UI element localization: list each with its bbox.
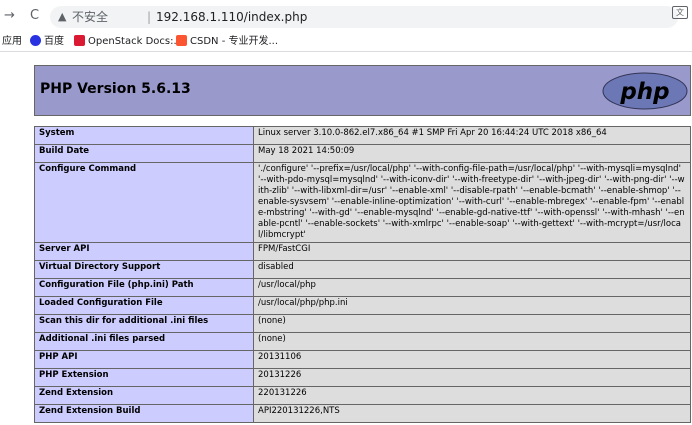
table-row: Zend Extension 220131226 [34, 386, 691, 405]
table-row: Build Date May 18 2021 14:50:09 [34, 144, 691, 163]
bookmark-openstack[interactable]: OpenStack Docs:... [74, 35, 183, 49]
row-key: Configuration File (php.ini) Path [34, 278, 254, 297]
address-bar[interactable]: ▲ 不安全 | 192.168.1.110/index.php [50, 6, 678, 28]
bookmark-label: CSDN - 专业开发... [190, 36, 279, 47]
php-logo-text: php [619, 79, 669, 105]
row-value: /usr/local/php/php.ini [253, 296, 691, 315]
row-value: (none) [253, 314, 691, 333]
row-key: PHP Extension [34, 368, 254, 387]
page-title: PHP Version 5.6.13 [40, 81, 191, 97]
table-row: Zend Extension Build API220131226,NTS [34, 404, 691, 423]
row-key: Scan this dir for additional .ini files [34, 314, 254, 333]
row-key: Loaded Configuration File [34, 296, 254, 315]
table-row: System Linux server 3.10.0-862.el7.x86_64… [34, 126, 691, 145]
bookmarks-bar: 应用 百度 OpenStack Docs:... CSDN - 专业开发... [0, 33, 692, 52]
table-row: Virtual Directory Support disabled [34, 260, 691, 279]
row-key: PHP API [34, 350, 254, 369]
row-key: System [34, 126, 254, 145]
bookmark-csdn[interactable]: CSDN - 专业开发... [176, 35, 278, 49]
table-row: Additional .ini files parsed (none) [34, 332, 691, 351]
row-value: 20131106 [253, 350, 691, 369]
table-row: Server API FPM/FastCGI [34, 242, 691, 261]
row-key: Zend Extension Build [34, 404, 254, 423]
row-value: './configure' '--prefix=/usr/local/php' … [253, 162, 691, 243]
translate-icon[interactable]: 文 [672, 6, 688, 19]
row-key: Virtual Directory Support [34, 260, 254, 279]
row-value: Linux server 3.10.0-862.el7.x86_64 #1 SM… [253, 126, 691, 145]
table-row: Loaded Configuration File/usr/local/php/… [34, 296, 691, 315]
row-value: FPM/FastCGI [253, 242, 691, 261]
bookmark-apps[interactable]: 应用 [2, 35, 22, 49]
phpinfo-table: System Linux server 3.10.0-862.el7.x86_64… [34, 126, 691, 423]
row-key: Zend Extension [34, 386, 254, 405]
phpinfo-header: PHP Version 5.6.13 php [34, 65, 691, 116]
row-value: disabled [253, 260, 691, 279]
row-value: 20131226 [253, 368, 691, 387]
row-key: Additional .ini files parsed [34, 332, 254, 351]
address-separator: | [147, 10, 152, 24]
csdn-icon [176, 35, 187, 46]
row-value: 220131226 [253, 386, 691, 405]
warning-triangle-icon[interactable]: ▲ [58, 6, 66, 28]
table-row: PHP API 20131106 [34, 350, 691, 369]
row-value: API220131226,NTS [253, 404, 691, 423]
openstack-icon [74, 35, 85, 46]
bookmark-label: OpenStack Docs:... [88, 36, 184, 47]
row-key: Configure Command [34, 162, 254, 243]
back-arrow-icon[interactable]: → [4, 8, 15, 24]
security-label[interactable]: 不安全 [72, 6, 108, 28]
page-content: PHP Version 5.6.13 php System Linux serve… [0, 52, 692, 425]
table-row: Scan this dir for additional .ini files(… [34, 314, 691, 333]
browser-toolbar: → C ▲ 不安全 | 192.168.1.110/index.php 文 [0, 0, 692, 33]
row-key: Server API [34, 242, 254, 261]
row-value: (none) [253, 332, 691, 351]
bookmark-label: 应用 [2, 36, 22, 47]
row-value: May 18 2021 14:50:09 [253, 144, 691, 163]
reload-icon[interactable]: C [30, 8, 39, 24]
table-row: Configure Command './configure' '--prefix… [34, 162, 691, 243]
php-logo[interactable]: php [602, 72, 688, 110]
bookmark-baidu[interactable]: 百度 [30, 35, 64, 49]
url-text[interactable]: 192.168.1.110/index.php [156, 6, 307, 28]
row-key: Build Date [34, 144, 254, 163]
table-row: Configuration File (php.ini) Path/usr/lo… [34, 278, 691, 297]
bookmark-label: 百度 [44, 36, 64, 47]
table-row: PHP Extension 20131226 [34, 368, 691, 387]
baidu-paw-icon [30, 35, 41, 46]
row-value: /usr/local/php [253, 278, 691, 297]
